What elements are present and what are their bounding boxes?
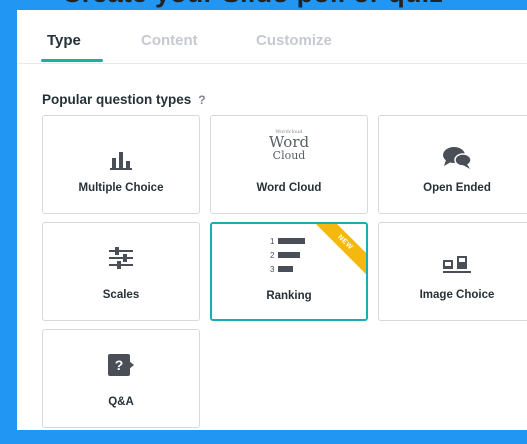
word-cloud-icon: Wordcloud Word Cloud bbox=[268, 129, 310, 162]
new-badge-text: NEW bbox=[308, 224, 366, 280]
card-multiple-choice[interactable]: Multiple Choice bbox=[42, 115, 200, 214]
sliders-icon bbox=[109, 247, 133, 269]
card-label: Word Cloud bbox=[256, 182, 322, 194]
card-label: Ranking bbox=[266, 290, 312, 302]
section-title-text: Popular question types bbox=[42, 92, 192, 107]
tab-type[interactable]: Type bbox=[47, 32, 81, 49]
card-label: Scales bbox=[102, 289, 140, 301]
speech-bubbles-icon bbox=[443, 147, 472, 169]
card-image-choice[interactable]: Image Choice bbox=[378, 222, 527, 321]
image-choice-icon bbox=[443, 256, 471, 273]
top-clipped-heading: Create your Slido poll or quiz bbox=[0, 0, 527, 10]
help-icon[interactable]: ? bbox=[198, 93, 205, 107]
bar-chart-icon bbox=[110, 152, 132, 170]
tab-content[interactable]: Content bbox=[141, 32, 198, 49]
card-label: Multiple Choice bbox=[78, 182, 164, 194]
tab-bar: Type Content Customize bbox=[17, 10, 527, 64]
card-word-cloud[interactable]: Wordcloud Word Cloud Word Cloud bbox=[210, 115, 368, 214]
card-ranking[interactable]: 1 2 3 Ranking NEW bbox=[210, 222, 368, 321]
card-label: Open Ended bbox=[423, 182, 491, 194]
card-label: Q&A bbox=[108, 396, 134, 408]
clipped-heading-text: Create your Slido poll or quiz bbox=[62, 0, 443, 9]
tab-customize[interactable]: Customize bbox=[256, 32, 332, 49]
section-title: Popular question types? bbox=[42, 92, 206, 107]
new-badge: NEW bbox=[308, 224, 366, 282]
active-tab-indicator bbox=[41, 59, 103, 62]
card-open-ended[interactable]: Open Ended bbox=[378, 115, 527, 214]
card-qa[interactable]: ? Q&A bbox=[42, 329, 200, 428]
question-icon: ? bbox=[108, 354, 134, 380]
card-scales[interactable]: Scales bbox=[42, 222, 200, 321]
ranking-icon: 1 2 3 bbox=[270, 237, 308, 277]
question-type-panel: Type Content Customize Popular question … bbox=[17, 10, 527, 430]
card-label: Image Choice bbox=[419, 289, 495, 301]
